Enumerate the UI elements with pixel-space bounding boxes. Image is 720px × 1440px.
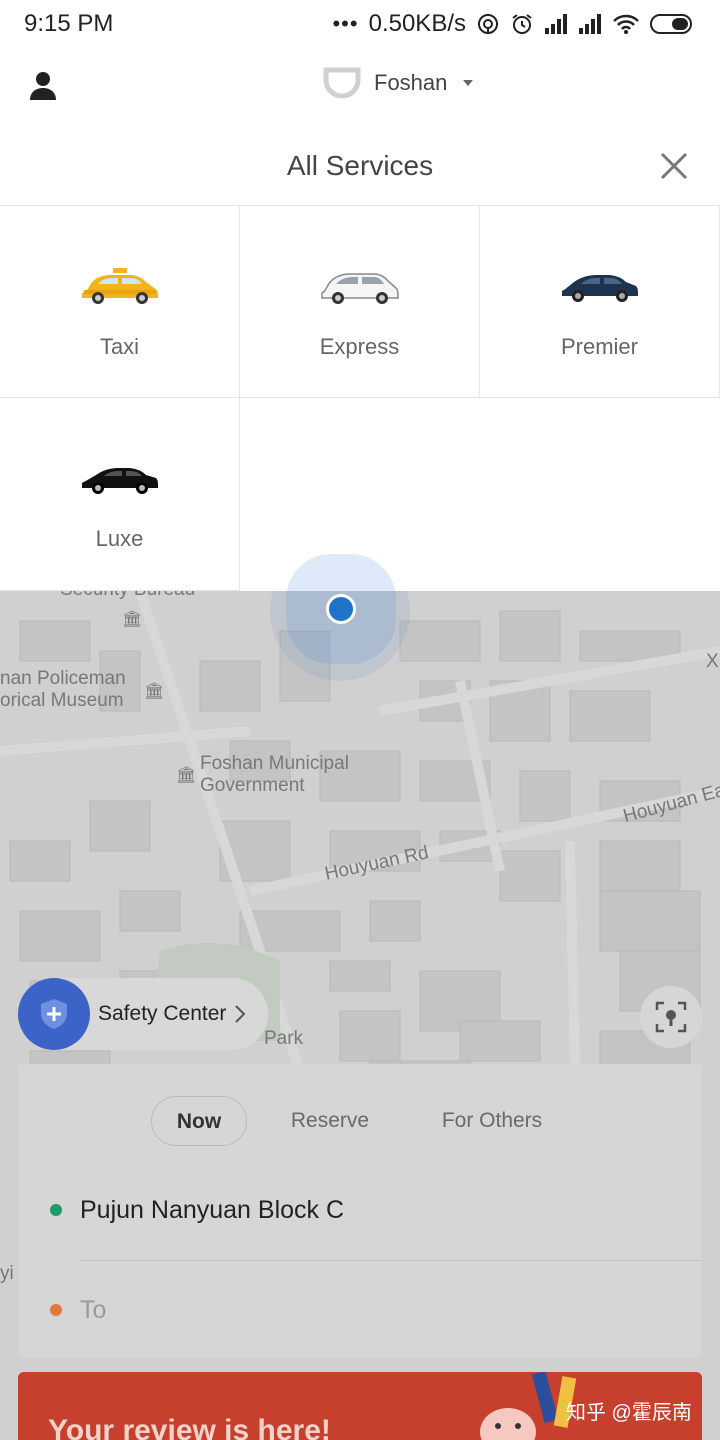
network-speed: 0.50KB/s (368, 10, 466, 37)
close-icon[interactable] (658, 150, 690, 182)
status-time: 9:15 PM (24, 10, 114, 37)
battery-icon (650, 14, 692, 34)
booking-tabs: Now Reserve For Others (18, 1096, 702, 1146)
services-grid: Taxi Express Premier Luxe (0, 206, 720, 591)
taxi-car-icon (82, 268, 158, 304)
pickup-location: Pujun Nanyuan Block C (80, 1196, 345, 1224)
status-icons: ••• 0.50KB/s (332, 10, 696, 38)
destination-input[interactable]: To (80, 1296, 106, 1325)
service-label: Taxi (99, 334, 140, 359)
city-name: Foshan (374, 70, 448, 95)
wifi-icon (613, 14, 639, 34)
tab-for-others[interactable]: For Others (422, 1096, 562, 1146)
service-premier[interactable]: Premier (480, 206, 720, 398)
services-header: All Services (0, 128, 720, 206)
locate-icon (655, 1001, 687, 1033)
watermark: 知乎 @霍辰南 (566, 1402, 692, 1424)
premier-car-icon (562, 275, 638, 302)
service-express[interactable]: Express (240, 206, 480, 398)
alarm-icon (512, 14, 532, 34)
express-car-icon (321, 273, 399, 304)
services-title: All Services (286, 150, 434, 181)
city-selector[interactable]: Foshan (322, 66, 474, 100)
tab-reserve[interactable]: Reserve (276, 1096, 384, 1146)
signal-icon (545, 14, 567, 34)
shield-icon (18, 978, 90, 1050)
service-label: Express (319, 334, 400, 359)
service-taxi[interactable]: Taxi (0, 206, 240, 398)
chevron-right-icon (235, 1005, 246, 1023)
signal-icon-2 (579, 14, 601, 34)
chevron-down-icon (463, 80, 474, 86)
service-label: Luxe (95, 526, 144, 551)
hotspot-icon (478, 14, 498, 34)
status-bar: 9:15 PM ••• 0.50KB/s (0, 0, 720, 48)
locate-me-button[interactable] (640, 986, 702, 1048)
service-label: Premier (560, 334, 638, 359)
destination-row[interactable]: To (18, 1264, 702, 1354)
dots-icon: ••• (332, 11, 359, 36)
service-luxe[interactable]: Luxe (0, 398, 240, 591)
safety-center-label: Safety Center (98, 1002, 227, 1025)
app-header: Foshan (0, 48, 720, 128)
brand-logo-icon (323, 67, 361, 99)
booking-card: Now Reserve For Others Pujun Nanyuan Blo… (18, 1064, 702, 1358)
empty-cell (240, 398, 720, 591)
current-location-dot (326, 594, 356, 624)
safety-center-button[interactable]: Safety Center (18, 978, 268, 1050)
user-icon[interactable] (28, 70, 58, 102)
destination-dot (50, 1304, 62, 1316)
divider (80, 1260, 702, 1261)
luxe-car-icon (82, 468, 158, 494)
tab-now[interactable]: Now (151, 1096, 247, 1146)
pickup-dot (50, 1204, 62, 1216)
pickup-row[interactable]: Pujun Nanyuan Block C (18, 1166, 702, 1256)
banner-text: Your review is here! (48, 1414, 331, 1440)
